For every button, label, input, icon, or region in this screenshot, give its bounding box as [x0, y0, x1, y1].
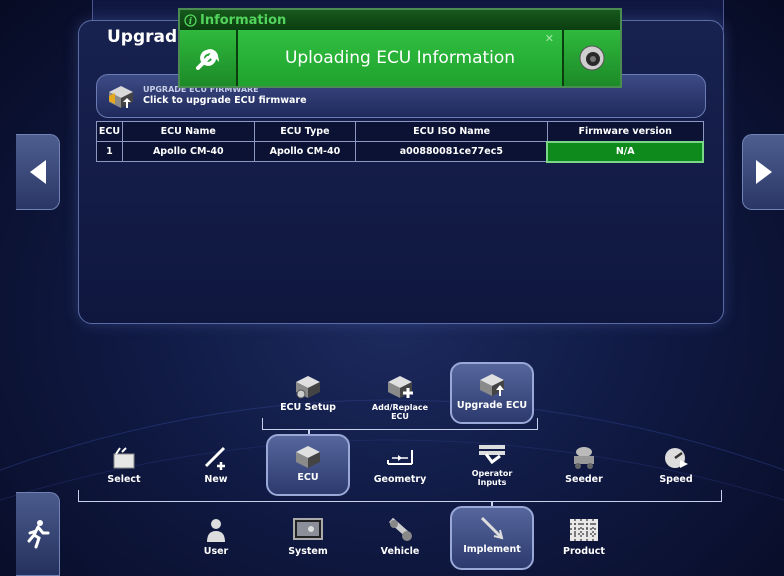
column-header-firmware: Firmware version	[546, 121, 704, 142]
speed-icon	[665, 448, 688, 468]
user-icon	[207, 519, 225, 542]
menu-label: System	[288, 546, 328, 557]
popup-header: i Information	[180, 10, 620, 30]
main-menu-product[interactable]: Product	[542, 510, 626, 572]
implement-icon	[480, 516, 504, 540]
popup-title: Information	[200, 12, 287, 28]
column-header-ecu-name: ECU Name	[121, 121, 255, 142]
upgrade-bar-subtitle: Click to upgrade ECU firmware	[143, 95, 307, 106]
new-icon	[204, 446, 226, 470]
product-icon	[570, 519, 598, 541]
operator-inputs-icon	[479, 445, 505, 465]
arrow-left-icon	[29, 160, 46, 184]
select-icon	[113, 447, 135, 469]
main-menu-implement[interactable]: Implement	[450, 506, 534, 570]
cell-ecu-name: Apollo CM-40	[121, 141, 255, 162]
mute-button[interactable]	[562, 30, 620, 86]
next-page-button[interactable]	[742, 134, 784, 210]
submenu-label: ECU Setup	[280, 402, 336, 413]
column-header-ecu-type: ECU Type	[253, 121, 357, 142]
page-title: Upgrad	[107, 27, 178, 47]
menu-label: ECU	[297, 472, 319, 483]
menu-label: Seeder	[565, 474, 603, 485]
run-screen-button[interactable]	[16, 492, 60, 576]
menu-label: Vehicle	[380, 546, 420, 557]
popup-message: Uploading ECU Information	[284, 48, 516, 68]
ecu-table: ECU ECU Name ECU Type ECU ISO Name Firmw…	[96, 121, 704, 163]
menu-label: Operator Inputs	[471, 469, 513, 487]
wrench-icon	[196, 49, 220, 70]
menu-label: Geometry	[373, 474, 427, 485]
column-header-ecu: ECU	[96, 121, 123, 142]
main-menu-user[interactable]: User	[174, 510, 258, 572]
menu-label: Select	[107, 474, 141, 485]
table-row[interactable]: 1 Apollo CM-40 Apollo CM-40 a00880081ce7…	[96, 140, 704, 163]
menu-label: Implement	[463, 544, 521, 555]
table-header-row: ECU ECU Name ECU Type ECU ISO Name Firmw…	[96, 121, 704, 142]
close-icon[interactable]: ✕	[545, 32, 554, 45]
main-menu-system[interactable]: System	[266, 510, 350, 572]
ecu-icon	[296, 446, 320, 468]
submenu-upgrade-ecu[interactable]: Upgrade ECU	[450, 362, 534, 424]
menu-operator-inputs[interactable]: Operator Inputs	[450, 436, 534, 498]
arrow-right-icon	[755, 160, 772, 184]
geometry-icon	[387, 450, 413, 465]
cell-ecu: 1	[96, 141, 123, 162]
cell-iso-name: a00880081ce77ec5	[355, 141, 548, 162]
submenu-bracket	[262, 418, 538, 430]
upgrade-ecu-icon	[480, 374, 504, 396]
menu-label: User	[203, 546, 229, 557]
menu-label: Speed	[659, 474, 693, 485]
ecu-upgrade-icon	[109, 86, 133, 108]
main-menu-vehicle[interactable]: Vehicle	[358, 510, 442, 572]
vehicle-icon	[389, 517, 412, 541]
ecu-setup-icon	[296, 376, 320, 399]
cell-ecu-type: Apollo CM-40	[253, 141, 357, 162]
menu-ecu[interactable]: ECU	[266, 434, 350, 496]
previous-page-button[interactable]	[16, 134, 60, 210]
menu-label: New	[204, 474, 228, 485]
popup-wrench-area	[180, 30, 238, 86]
svg-text:i: i	[189, 17, 193, 27]
information-popup: i Information Uploading ECU Information …	[178, 8, 622, 88]
system-icon	[293, 518, 323, 540]
info-icon: i	[184, 13, 197, 27]
cell-firmware-version: N/A	[546, 140, 704, 163]
seeder-icon	[574, 447, 594, 469]
menu-label: Product	[563, 546, 605, 557]
running-man-icon	[27, 520, 49, 549]
column-header-iso-name: ECU ISO Name	[355, 121, 548, 142]
popup-message-area: Uploading ECU Information ✕	[238, 30, 562, 86]
submenu-label: Upgrade ECU	[456, 400, 528, 411]
add-replace-ecu-icon	[388, 376, 413, 398]
menu-bracket	[78, 490, 722, 502]
speaker-icon	[579, 45, 605, 71]
